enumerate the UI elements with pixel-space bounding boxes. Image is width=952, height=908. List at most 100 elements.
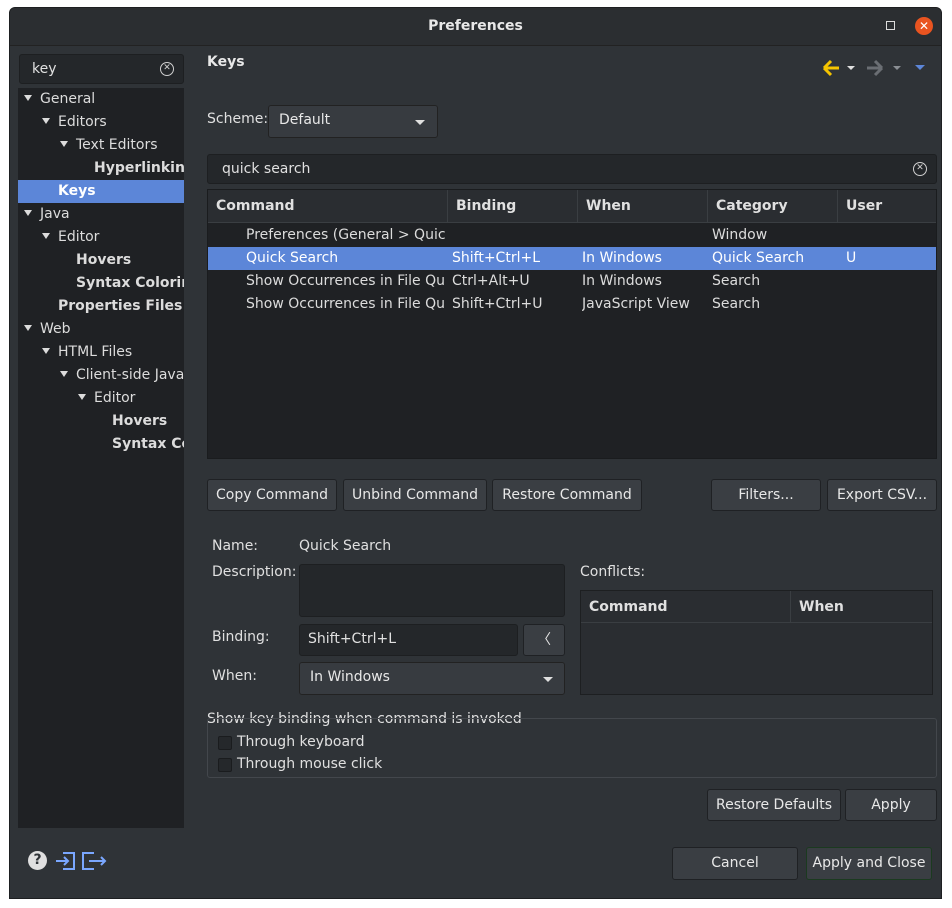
- unbind-command-button[interactable]: Unbind Command: [343, 479, 487, 511]
- chevron-down-icon: [543, 677, 553, 682]
- help-icon[interactable]: ?: [28, 851, 47, 870]
- clear-filter-icon[interactable]: ✕: [913, 162, 927, 176]
- column-header-binding[interactable]: Binding: [448, 190, 578, 223]
- preference-search-input[interactable]: key ✕: [19, 54, 184, 84]
- cell-when: In Windows: [582, 273, 662, 289]
- cell-user: [846, 224, 934, 247]
- export-csv-button[interactable]: Export CSV...: [827, 479, 937, 511]
- binding-options-button[interactable]: 〈: [523, 624, 565, 656]
- table-row[interactable]: Show Occurrences in File Quick Menu Ctrl…: [208, 270, 936, 293]
- scheme-value: Default: [279, 112, 331, 128]
- conflicts-label: Conflicts:: [580, 564, 646, 580]
- tree-item-editors[interactable]: Editors: [18, 111, 184, 134]
- import-icon[interactable]: [55, 851, 77, 871]
- tree-item-web-editor[interactable]: Editor: [18, 387, 184, 410]
- column-header-command[interactable]: Command: [208, 190, 448, 223]
- through-keyboard-label[interactable]: Through keyboard: [237, 734, 364, 750]
- tree-item-html-files[interactable]: HTML Files: [18, 341, 184, 364]
- maximize-icon[interactable]: [886, 21, 895, 30]
- expand-triangle-icon[interactable]: [60, 371, 68, 377]
- through-mouse-label[interactable]: Through mouse click: [237, 756, 382, 772]
- keys-table: Command Binding When Category User Prefe…: [207, 189, 937, 459]
- cancel-button[interactable]: Cancel: [672, 847, 798, 880]
- expand-triangle-icon[interactable]: [24, 210, 32, 216]
- expand-triangle-icon[interactable]: [78, 394, 86, 400]
- column-header-user[interactable]: User: [838, 190, 936, 223]
- options-group: Through keyboard Through mouse click: [207, 718, 937, 778]
- table-row[interactable]: Show Occurrences in File Quick Menu Shif…: [208, 293, 936, 316]
- scheme-label: Scheme:: [207, 111, 269, 127]
- view-menu-icon[interactable]: [915, 65, 925, 70]
- clear-search-icon[interactable]: ✕: [160, 62, 174, 76]
- through-mouse-checkbox[interactable]: [218, 758, 232, 772]
- apply-button[interactable]: Apply: [845, 789, 937, 821]
- expand-triangle-icon[interactable]: [42, 118, 50, 124]
- forward-history-chevron-icon[interactable]: [893, 66, 901, 70]
- description-label: Description:: [212, 564, 297, 580]
- export-icon[interactable]: [81, 851, 107, 871]
- preference-tree: General Editors Text Editors Hyperlinkin…: [18, 88, 184, 828]
- cell-category: Quick Search: [712, 250, 805, 266]
- close-icon[interactable]: ✕: [915, 17, 933, 35]
- tree-item-general[interactable]: General: [18, 88, 184, 111]
- cell-user: [846, 293, 934, 316]
- through-keyboard-checkbox[interactable]: [218, 736, 232, 750]
- forward-icon[interactable]: [867, 59, 884, 77]
- back-history-chevron-icon[interactable]: [847, 66, 855, 70]
- tree-item-java-editor[interactable]: Editor: [18, 226, 184, 249]
- tree-item-web[interactable]: Web: [18, 318, 184, 341]
- cell-binding: Shift+Ctrl+U: [452, 296, 543, 312]
- binding-label: Binding:: [212, 629, 270, 645]
- cell-user: [846, 270, 934, 293]
- navigation-arrows: [822, 59, 925, 77]
- tree-item-keys[interactable]: Keys: [18, 180, 184, 203]
- title-bar: Preferences ✕: [10, 8, 941, 46]
- cell-command: Show Occurrences in File Quick Menu: [246, 296, 446, 312]
- chevron-down-icon: [415, 120, 425, 125]
- table-row-selected[interactable]: Quick Search Shift+Ctrl+L In Windows Qui…: [208, 247, 936, 270]
- expand-triangle-icon[interactable]: [60, 141, 68, 147]
- table-row[interactable]: Preferences (General > Quick Search) Win…: [208, 224, 936, 247]
- tree-item-client-side-javascript[interactable]: Client-side JavaS: [18, 364, 184, 387]
- expand-triangle-icon[interactable]: [24, 95, 32, 101]
- column-header-when[interactable]: When: [578, 190, 708, 223]
- filters-button[interactable]: Filters...: [711, 479, 821, 511]
- tree-item-java-hovers[interactable]: Hovers: [18, 249, 184, 272]
- filter-input-value: quick search: [222, 161, 311, 177]
- cell-binding: Shift+Ctrl+L: [452, 250, 540, 266]
- tree-item-java-syntax-coloring[interactable]: Syntax Coloring: [18, 272, 184, 295]
- conflicts-header-when[interactable]: When: [791, 591, 932, 623]
- tree-item-web-syntax-coloring[interactable]: Syntax Col: [18, 433, 184, 456]
- binding-field[interactable]: Shift+Ctrl+L: [299, 624, 518, 656]
- expand-triangle-icon[interactable]: [42, 233, 50, 239]
- conflicts-header-command[interactable]: Command: [581, 591, 791, 623]
- tree-item-web-hovers[interactable]: Hovers: [18, 410, 184, 433]
- description-field[interactable]: [299, 564, 565, 617]
- cell-command: Show Occurrences in File Quick Menu: [246, 273, 446, 289]
- when-dropdown[interactable]: In Windows: [299, 662, 565, 695]
- cell-binding: Ctrl+Alt+U: [452, 273, 530, 289]
- page-title: Keys: [207, 54, 245, 70]
- cell-category: Search: [712, 273, 761, 289]
- tree-item-properties-files-editor[interactable]: Properties Files E: [18, 295, 184, 318]
- copy-command-button[interactable]: Copy Command: [207, 479, 337, 511]
- preferences-window: Preferences ✕ key ✕ General Editors Text…: [9, 7, 942, 899]
- expand-triangle-icon[interactable]: [24, 325, 32, 331]
- window-title: Preferences: [428, 18, 523, 34]
- apply-and-close-button[interactable]: Apply and Close: [806, 847, 932, 880]
- column-header-category[interactable]: Category: [708, 190, 838, 223]
- cell-when: JavaScript View: [582, 296, 690, 312]
- scheme-dropdown[interactable]: Default: [268, 105, 438, 138]
- conflicts-table: Command When: [580, 590, 933, 695]
- restore-command-button[interactable]: Restore Command: [492, 479, 642, 511]
- restore-defaults-button[interactable]: Restore Defaults: [707, 789, 841, 821]
- tree-item-text-editors[interactable]: Text Editors: [18, 134, 184, 157]
- cell-when: [582, 224, 706, 247]
- cell-user: U: [846, 250, 857, 266]
- back-icon[interactable]: [822, 59, 839, 77]
- tree-item-java[interactable]: Java: [18, 203, 184, 226]
- command-filter-input[interactable]: quick search ✕: [207, 154, 937, 184]
- expand-triangle-icon[interactable]: [42, 348, 50, 354]
- cell-binding: [452, 224, 576, 247]
- tree-item-hyperlinking[interactable]: Hyperlinking: [18, 157, 184, 180]
